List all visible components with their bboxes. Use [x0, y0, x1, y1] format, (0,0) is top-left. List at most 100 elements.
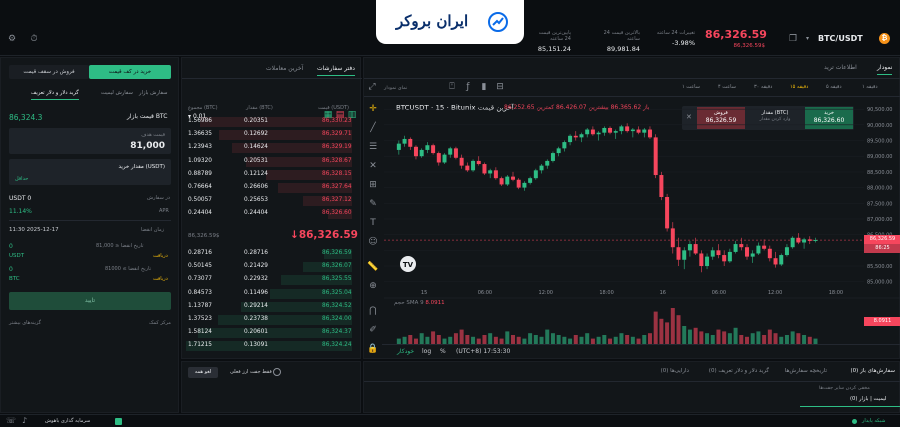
candle-body [699, 253, 704, 267]
tab-buy-low[interactable]: خرید در کف قیمت [89, 65, 171, 79]
pattern-icon[interactable]: ✕ [367, 161, 379, 171]
ask-row[interactable]: 1.09320 0.20531 86,328.67 [182, 156, 352, 168]
bid-row[interactable]: 1.71215 0.13091 86,324.24 [182, 340, 352, 352]
bid-row[interactable]: 1.58124 0.20601 86,324.37 [182, 327, 352, 339]
usdt-balance: USDT 0 [9, 195, 32, 202]
headset-icon[interactable]: ☏ [6, 416, 16, 425]
timezone[interactable]: (UTC+8) 17:53:30 [456, 348, 510, 355]
candle-body [745, 247, 749, 257]
orders-tab[interactable]: سفارش‌های باز (0) [851, 368, 895, 374]
y-tick-label: 89,000.00 [867, 154, 892, 160]
tab-recent-trades[interactable]: آخرین معاملات [266, 65, 303, 72]
tab-grid[interactable]: گرید دلار و دلار تعریف [31, 90, 79, 100]
volume-bar [716, 329, 721, 344]
y-tick-label: 90,500.00 [867, 107, 892, 113]
hide-other-pairs[interactable]: مخفی کردن سایر جفت‌ها [819, 386, 870, 391]
timer-icon[interactable]: ⏱ [28, 34, 40, 44]
tab-market[interactable]: سفارش بازار [139, 90, 168, 96]
gear-icon[interactable]: ⚙ [6, 34, 18, 44]
cancel-all-button[interactable]: لغو همه [188, 367, 218, 378]
interval-option[interactable]: ۱۵ دقیقه [790, 84, 808, 90]
magnet-icon[interactable]: ⋂ [367, 306, 379, 316]
amount-input[interactable]: مقدار خرید (USDT) حداقل [9, 159, 171, 185]
price-value: 81,000 [130, 141, 165, 151]
book-price: 86,325.55 [322, 276, 352, 283]
interval-option[interactable]: ۱ دقیقه [862, 84, 878, 90]
price-input[interactable]: قیمت هدف 81,000 [9, 128, 171, 154]
interval-option[interactable]: ۵ دقیقه [826, 84, 842, 90]
tab-sell-high[interactable]: فروش در سقف قیمت [9, 65, 89, 79]
receive-link-2[interactable]: دریافت [153, 276, 168, 282]
tab-limit[interactable]: سفارش لیمیت [101, 90, 133, 96]
clipboard-icon[interactable]: ❐ [787, 34, 799, 44]
save-icon[interactable]: ⊟ [494, 82, 506, 92]
volume-bar [807, 336, 812, 344]
logo[interactable]: ایران بروکر [376, 0, 524, 44]
indicator-icon[interactable]: ƒ [462, 82, 474, 92]
candle-body [448, 148, 453, 155]
tab-chart[interactable]: نمودار [877, 64, 893, 75]
alert-icon[interactable]: ⍞ [446, 82, 458, 92]
projection-icon[interactable]: ⊞ [367, 180, 379, 190]
volume-bar [528, 333, 533, 344]
bid-row[interactable]: 1.13787 0.29214 86,324.52 [182, 301, 352, 313]
help-center-link[interactable]: مرکز کمک [149, 320, 171, 326]
book-amount: 0.21429 [244, 263, 268, 270]
sound-icon[interactable]: ♪ [22, 416, 27, 425]
candle-body [465, 165, 470, 171]
x-tick-label: 06:00 [478, 290, 492, 296]
receive-link-1[interactable]: دریافت [153, 253, 168, 259]
candle-body [784, 247, 789, 256]
orders-tab[interactable]: تاریخچه سفارش‌ها [785, 368, 827, 374]
percent-scale-toggle[interactable]: % [440, 348, 446, 355]
bid-row[interactable]: 1.37523 0.23738 86,324.00 [182, 314, 352, 326]
ask-row[interactable]: 1.36635 0.12692 86,329.71 [182, 129, 352, 141]
brush-icon[interactable]: ✎ [367, 199, 379, 209]
bid-row[interactable]: 0.50145 0.21429 86,326.07 [182, 261, 352, 273]
bid-row[interactable]: 0.84573 0.11496 86,325.04 [182, 288, 352, 300]
interval-option[interactable]: ۳۰ دقیقه [754, 84, 772, 90]
book-price: 86,328.67 [322, 157, 352, 164]
ask-row[interactable]: 1.23943 0.14624 86,329.19 [182, 142, 352, 154]
book-amount: 0.20351 [244, 118, 268, 124]
ask-row[interactable]: 0.88789 0.12124 86,328.15 [182, 169, 352, 181]
lock-icon[interactable]: 🔒 [367, 344, 379, 354]
candle-body [647, 129, 652, 138]
tab-order-book[interactable]: دفتر سفارشات [317, 65, 355, 76]
interval-option[interactable]: ۴ ساعت [718, 84, 736, 90]
bid-row[interactable]: 0.73077 0.22932 86,325.55 [182, 274, 352, 286]
auto-scale-toggle[interactable]: خودکار [397, 348, 414, 355]
volume-bar [550, 333, 555, 344]
candle-type-icon[interactable]: ▮ [478, 82, 490, 92]
fullscreen-icon[interactable]: ⤢ [366, 82, 378, 92]
tab-limit-market[interactable]: لیمیت | بازار (0) [850, 396, 886, 402]
current-pair-only-radio[interactable] [273, 368, 281, 376]
log-scale-toggle[interactable]: log [422, 348, 431, 355]
candlestick-chart[interactable]: 90,500.00 90,000.00 89,500.00 89,000.00 88,5… [384, 98, 900, 345]
x-tick-label: 15 [421, 290, 427, 296]
tab-trade-info[interactable]: اطلاعات ترید [824, 64, 857, 71]
chart-view-link[interactable]: نمای نمودار [384, 86, 407, 91]
crosshair-icon[interactable]: ✛ [367, 104, 379, 114]
bid-row[interactable]: 0.28716 0.28716 86,326.59 [182, 248, 352, 260]
trendline-icon[interactable]: ╱ [367, 123, 379, 133]
text-icon[interactable]: T [367, 218, 379, 228]
shield-icon [115, 418, 122, 425]
zoom-icon[interactable]: ⊕ [367, 281, 379, 291]
ask-row[interactable]: 0.50057 0.25653 86,327.12 [182, 195, 352, 207]
confirm-button[interactable]: تایید [9, 292, 171, 310]
volume-bar [665, 322, 670, 344]
book-amount: 0.20601 [244, 329, 268, 336]
hline-icon[interactable]: ☰ [367, 142, 379, 152]
orders-tab[interactable]: دارایی‌ها (0) [661, 368, 689, 374]
interval-option[interactable]: ۱ ساعت [682, 84, 700, 90]
emoji-icon[interactable]: ☺ [367, 237, 379, 247]
more-options-link[interactable]: گزینه‌های بیشتر [9, 320, 41, 326]
pencil-lock-icon[interactable]: ✐ [367, 325, 379, 335]
ask-row[interactable]: 1.56986 0.20351 86,330.23 [182, 116, 352, 128]
ruler-icon[interactable]: 📏 [367, 262, 379, 272]
ask-row[interactable]: 0.24404 0.24404 86,326.60 [182, 208, 352, 220]
ask-row[interactable]: 0.76664 0.26606 86,327.64 [182, 182, 352, 194]
orders-tab[interactable]: گرید دلار و دلار تعریف (0) [709, 368, 769, 374]
volume-bar [647, 333, 652, 344]
